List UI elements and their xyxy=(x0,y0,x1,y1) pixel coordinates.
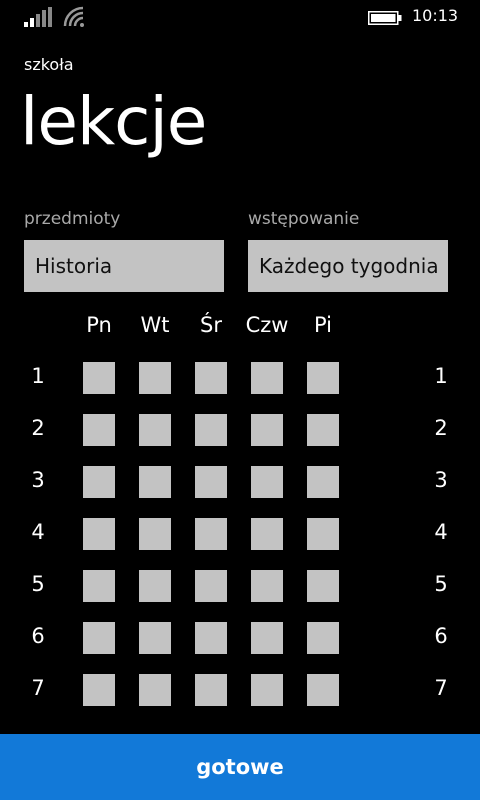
lesson-number-right: 5 xyxy=(434,572,448,596)
lesson-number-left: 5 xyxy=(31,572,45,596)
lesson-cell[interactable] xyxy=(139,622,171,654)
lesson-cell[interactable] xyxy=(251,518,283,550)
lesson-cell[interactable] xyxy=(307,466,339,498)
lesson-cell[interactable] xyxy=(139,518,171,550)
lesson-cell[interactable] xyxy=(195,674,227,706)
lesson-cell[interactable] xyxy=(307,674,339,706)
lesson-number-left: 4 xyxy=(31,520,45,544)
lesson-cell[interactable] xyxy=(195,466,227,498)
recurrence-value: Każdego tygodnia xyxy=(259,254,439,278)
lesson-cell[interactable] xyxy=(307,518,339,550)
lesson-cell[interactable] xyxy=(83,414,115,446)
battery-icon xyxy=(368,11,402,25)
lesson-number-left: 7 xyxy=(31,676,45,700)
recurrence-picker[interactable]: Każdego tygodnia xyxy=(248,240,448,292)
status-bar: 10:13 xyxy=(0,0,480,34)
lesson-cell[interactable] xyxy=(251,622,283,654)
done-button[interactable]: gotowe xyxy=(0,734,480,800)
lesson-cell[interactable] xyxy=(83,466,115,498)
lesson-cell[interactable] xyxy=(307,570,339,602)
lesson-cell[interactable] xyxy=(251,674,283,706)
signal-strength-icon xyxy=(24,7,52,27)
lesson-cell[interactable] xyxy=(195,414,227,446)
day-header: Wt xyxy=(140,313,170,337)
lesson-cell[interactable] xyxy=(195,362,227,394)
lesson-cell[interactable] xyxy=(195,518,227,550)
lesson-cell[interactable] xyxy=(139,362,171,394)
lesson-number-right: 7 xyxy=(434,676,448,700)
lesson-cell[interactable] xyxy=(83,362,115,394)
lesson-cell[interactable] xyxy=(307,362,339,394)
lesson-number-right: 2 xyxy=(434,416,448,440)
lesson-number-left: 2 xyxy=(31,416,45,440)
lesson-cell[interactable] xyxy=(139,466,171,498)
lesson-cell[interactable] xyxy=(139,414,171,446)
lesson-number-left: 1 xyxy=(31,364,45,388)
lesson-cell[interactable] xyxy=(251,362,283,394)
subject-value: Historia xyxy=(35,254,113,278)
page-title: lekcje xyxy=(20,83,207,160)
lesson-cell[interactable] xyxy=(251,414,283,446)
wifi-icon xyxy=(63,6,84,27)
lesson-cell[interactable] xyxy=(139,570,171,602)
clock: 10:13 xyxy=(412,6,459,25)
lesson-number-left: 6 xyxy=(31,624,45,648)
lesson-number-right: 4 xyxy=(434,520,448,544)
day-header: Pi xyxy=(313,313,333,337)
lesson-cell[interactable] xyxy=(83,622,115,654)
lesson-cell[interactable] xyxy=(251,466,283,498)
lesson-number-right: 1 xyxy=(434,364,448,388)
lesson-number-right: 3 xyxy=(434,468,448,492)
recurrence-label: wstępowanie xyxy=(248,209,360,229)
lesson-cell[interactable] xyxy=(83,570,115,602)
lesson-cell[interactable] xyxy=(83,518,115,550)
subject-label: przedmioty xyxy=(24,209,121,229)
day-header: Pn xyxy=(86,313,112,337)
day-header: Czw xyxy=(245,313,289,337)
lesson-number-left: 3 xyxy=(31,468,45,492)
lesson-cell[interactable] xyxy=(195,622,227,654)
lesson-cell[interactable] xyxy=(195,570,227,602)
subject-picker[interactable]: Historia xyxy=(24,240,224,292)
lesson-number-right: 6 xyxy=(434,624,448,648)
lesson-cell[interactable] xyxy=(307,622,339,654)
day-header: Śr xyxy=(200,313,222,337)
lesson-cell[interactable] xyxy=(83,674,115,706)
lesson-cell[interactable] xyxy=(251,570,283,602)
lesson-cell[interactable] xyxy=(307,414,339,446)
app-title: szkoła xyxy=(24,55,74,74)
lesson-cell[interactable] xyxy=(139,674,171,706)
